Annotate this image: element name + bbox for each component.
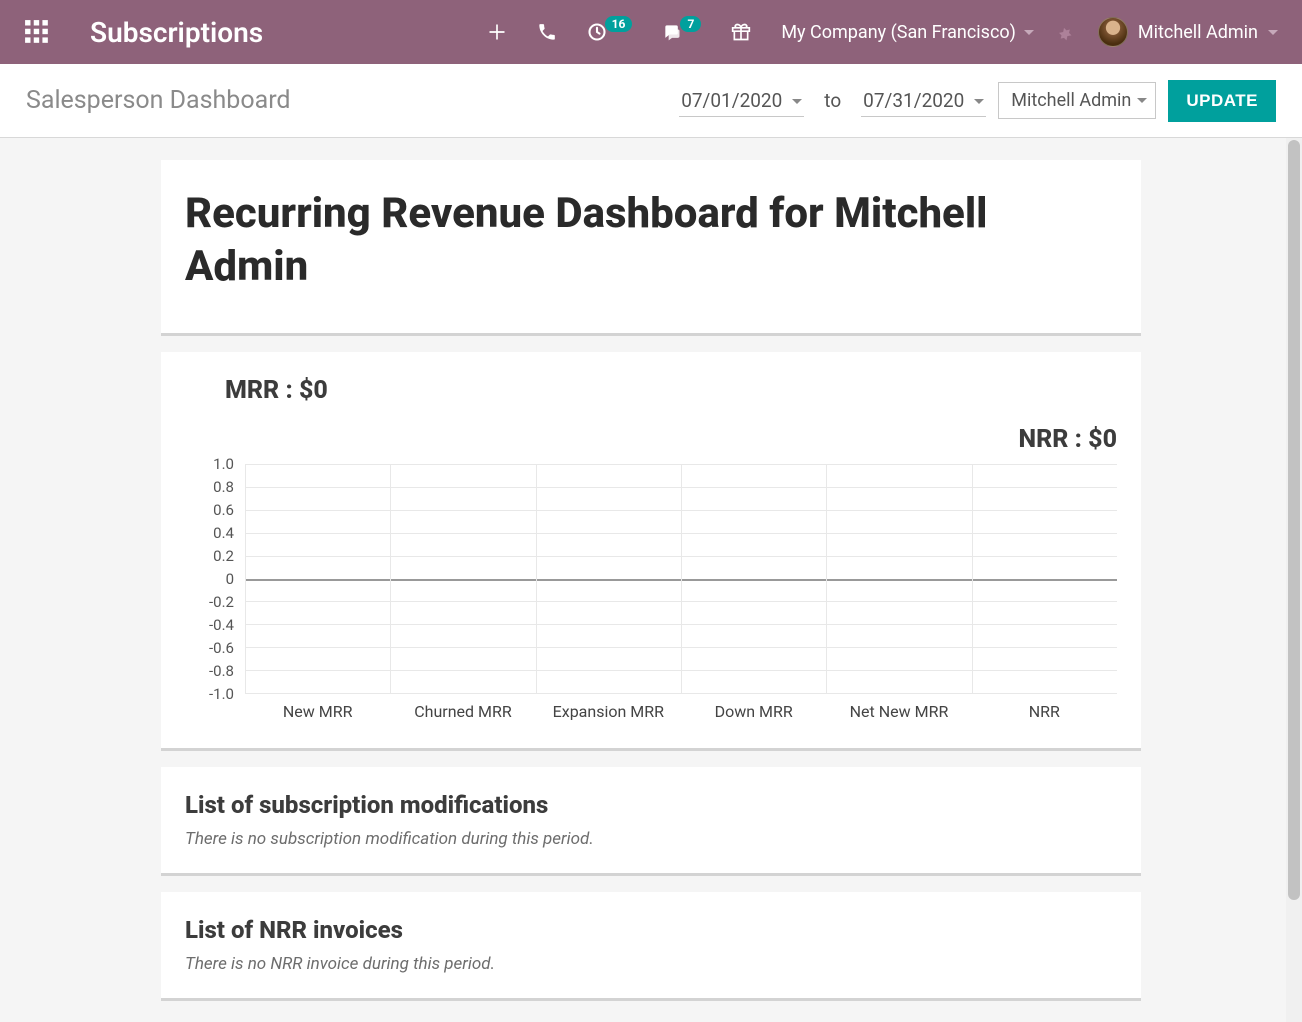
- phone-icon[interactable]: [537, 22, 557, 42]
- chevron-down-icon: [1137, 98, 1147, 103]
- y-tick: 0.8: [213, 478, 234, 496]
- x-category: New MRR: [245, 696, 390, 724]
- mrr-label: MRR : $0: [185, 376, 1117, 405]
- page-body: Recurring Revenue Dashboard for Mitchell…: [0, 138, 1302, 1022]
- new-icon[interactable]: [487, 22, 507, 42]
- to-label: to: [824, 89, 841, 112]
- messages-icon[interactable]: 7: [662, 22, 701, 42]
- mods-empty-msg: There is no subscription modification du…: [185, 829, 1117, 849]
- nrr-title: List of NRR invoices: [185, 916, 1117, 944]
- update-button[interactable]: UPDATE: [1168, 80, 1276, 122]
- nrr-invoices-panel: List of NRR invoices There is no NRR inv…: [161, 892, 1141, 1001]
- x-category: Down MRR: [681, 696, 826, 724]
- activities-icon[interactable]: 16: [587, 22, 633, 42]
- salesperson-select[interactable]: Mitchell Admin: [998, 82, 1156, 119]
- title-panel: Recurring Revenue Dashboard for Mitchell…: [161, 160, 1141, 336]
- subscription-mods-panel: List of subscription modifications There…: [161, 767, 1141, 876]
- date-to-input[interactable]: 07/31/2020: [861, 89, 986, 112]
- nrr-empty-msg: There is no NRR invoice during this peri…: [185, 954, 1117, 974]
- gift-icon[interactable]: [731, 22, 751, 42]
- date-from-value: 07/01/2020: [679, 85, 804, 117]
- nrr-label: NRR : $0: [185, 425, 1117, 454]
- nav-icons: 16 7: [487, 22, 752, 42]
- y-tick: -0.4: [209, 616, 234, 634]
- app-title[interactable]: Subscriptions: [90, 16, 263, 49]
- date-to-value: 07/31/2020: [861, 85, 986, 117]
- top-nav: Subscriptions 16 7 My Company (San Franc…: [0, 0, 1302, 64]
- breadcrumb: Salesperson Dashboard: [26, 86, 291, 115]
- y-tick: 0.6: [213, 501, 234, 519]
- scrollbar-thumb[interactable]: [1288, 140, 1300, 900]
- mods-title: List of subscription modifications: [185, 791, 1117, 819]
- debug-icon[interactable]: [1054, 22, 1074, 42]
- chart-panel: MRR : $0 NRR : $0 1.0 0.8 0.6 0.4 0.2 0 -0.2 -0…: [161, 352, 1141, 751]
- y-tick: -0.2: [209, 593, 234, 611]
- chart: 1.00.80.60.40.20-0.2-0.4-0.6-0.8-1.0 New…: [185, 464, 1117, 724]
- messages-badge: 7: [680, 16, 701, 32]
- avatar: [1098, 17, 1128, 47]
- chevron-down-icon: [792, 99, 802, 104]
- y-tick: -0.6: [209, 639, 234, 657]
- activities-badge: 16: [605, 16, 633, 32]
- chevron-down-icon: [1024, 30, 1034, 35]
- company-switcher[interactable]: My Company (San Francisco): [781, 22, 1034, 43]
- user-name: Mitchell Admin: [1138, 22, 1258, 43]
- y-tick: -0.8: [209, 662, 234, 680]
- dashboard-title: Recurring Revenue Dashboard for Mitchell…: [185, 188, 1117, 293]
- salesperson-value: Mitchell Admin: [1011, 90, 1131, 111]
- x-category: NRR: [972, 696, 1117, 724]
- chevron-down-icon: [974, 99, 984, 104]
- chevron-down-icon: [1268, 30, 1278, 35]
- y-tick: 1.0: [213, 455, 234, 473]
- y-tick: 0.2: [213, 547, 234, 565]
- y-tick: -1.0: [209, 685, 234, 703]
- y-tick: 0.4: [213, 524, 234, 542]
- apps-icon[interactable]: [24, 19, 50, 45]
- date-from-input[interactable]: 07/01/2020: [679, 89, 804, 112]
- x-category: Churned MRR: [390, 696, 535, 724]
- scrollbar[interactable]: [1286, 138, 1302, 1022]
- company-name: My Company (San Francisco): [781, 22, 1016, 43]
- control-bar: Salesperson Dashboard 07/01/2020 to 07/3…: [0, 64, 1302, 138]
- x-category: Net New MRR: [826, 696, 971, 724]
- controls-right: 07/01/2020 to 07/31/2020 Mitchell Admin …: [679, 80, 1276, 122]
- user-menu[interactable]: Mitchell Admin: [1098, 17, 1278, 47]
- y-tick: 0: [226, 570, 234, 588]
- x-category: Expansion MRR: [536, 696, 681, 724]
